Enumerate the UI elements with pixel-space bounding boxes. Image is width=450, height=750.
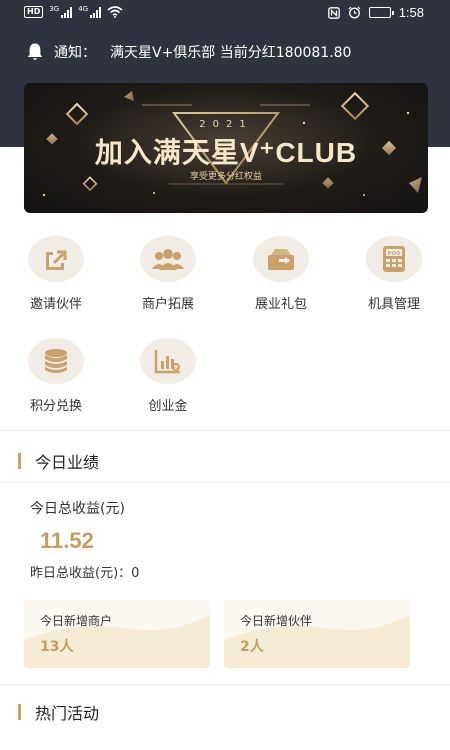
today-total-value: 11.52 [40, 528, 94, 553]
divider [0, 684, 450, 685]
bell-icon [27, 43, 43, 60]
menu-label: 邀请伙伴 [29, 297, 82, 312]
banner-title: 加入满天星V⁺CLUB [94, 137, 358, 168]
card-wave-decoration [224, 614, 410, 668]
menu-label: 创业金 [148, 399, 188, 414]
yesterday-total: 昨日总收益(元)：0 [30, 562, 139, 581]
notice-text: 满天星V+俱乐部 当前分红180081.80 [110, 45, 352, 61]
wifi-icon [107, 6, 123, 18]
yesterday-label: 昨日总收益(元)： [30, 566, 132, 581]
menu-label: 展业礼包 [254, 297, 307, 312]
notice-label: 通知： [54, 45, 96, 61]
share-icon [46, 250, 67, 270]
card-label: 今日新增伙伴 [240, 614, 313, 628]
section-accent-bar [18, 453, 21, 469]
divider [0, 430, 450, 431]
section-accent-bar [18, 704, 21, 720]
status-bar: HD 3G 4G 1:58 [0, 0, 450, 28]
gift-box-icon [268, 249, 294, 270]
signal-icon: 3G [49, 6, 73, 18]
today-total-label: 今日总收益(元) [30, 501, 125, 517]
yesterday-value: 0 [131, 566, 140, 581]
menu-item-startup-fund[interactable]: ¥ 创业金 [112, 338, 224, 414]
status-left: HD 3G 4G [24, 6, 123, 18]
hd-badge: HD [24, 6, 44, 18]
status-right: 1:58 [327, 5, 424, 20]
card-new-merchants[interactable]: 今日新增商户 13人 [24, 600, 210, 668]
notice-bar[interactable]: 通知： 满天星V+俱乐部 当前分红180081.80 [26, 42, 351, 62]
section-hot-title: 热门活动 [18, 700, 99, 724]
chart-icon: ¥ [154, 350, 180, 374]
battery-icon [368, 7, 394, 18]
menu-item-gift-pack[interactable]: 展业礼包 [225, 236, 337, 312]
menu-item-invite[interactable]: 邀请伙伴 [0, 236, 112, 312]
menu-label: 机具管理 [367, 297, 420, 312]
section-today-title: 今日业绩 [18, 449, 99, 473]
menu-item-points[interactable]: 积分兑换 [0, 338, 112, 414]
alarm-icon [348, 6, 361, 19]
section-title-text: 今日业绩 [35, 453, 100, 472]
menu-label: 积分兑换 [29, 399, 82, 414]
menu-item-merchant[interactable]: 商户拓展 [112, 236, 224, 312]
nfc-icon [327, 6, 340, 19]
signal-icon-2: 4G [78, 6, 102, 18]
card-label: 今日新增商户 [40, 614, 113, 628]
menu-label: 商户拓展 [141, 297, 194, 312]
card-wave-decoration [24, 614, 210, 668]
divider [0, 482, 450, 483]
section-title-text: 热门活动 [35, 704, 100, 723]
promo-banner[interactable]: 2021 加入满天星V⁺CLUB 享受更多分红权益 [24, 83, 428, 213]
banner-year: 2021 [199, 119, 253, 130]
card-value: 2人 [240, 639, 264, 655]
coins-icon [45, 349, 67, 373]
users-icon [152, 249, 184, 270]
banner-subtitle: 享受更多分红权益 [189, 172, 262, 182]
card-new-partners[interactable]: 今日新增伙伴 2人 [224, 600, 410, 668]
svg-text:POS: POS [388, 251, 401, 257]
card-value: 13人 [40, 639, 74, 655]
pos-icon: POS [383, 246, 405, 272]
menu-item-device[interactable]: POS 机具管理 [338, 236, 450, 312]
clock-time: 1:58 [398, 5, 424, 20]
